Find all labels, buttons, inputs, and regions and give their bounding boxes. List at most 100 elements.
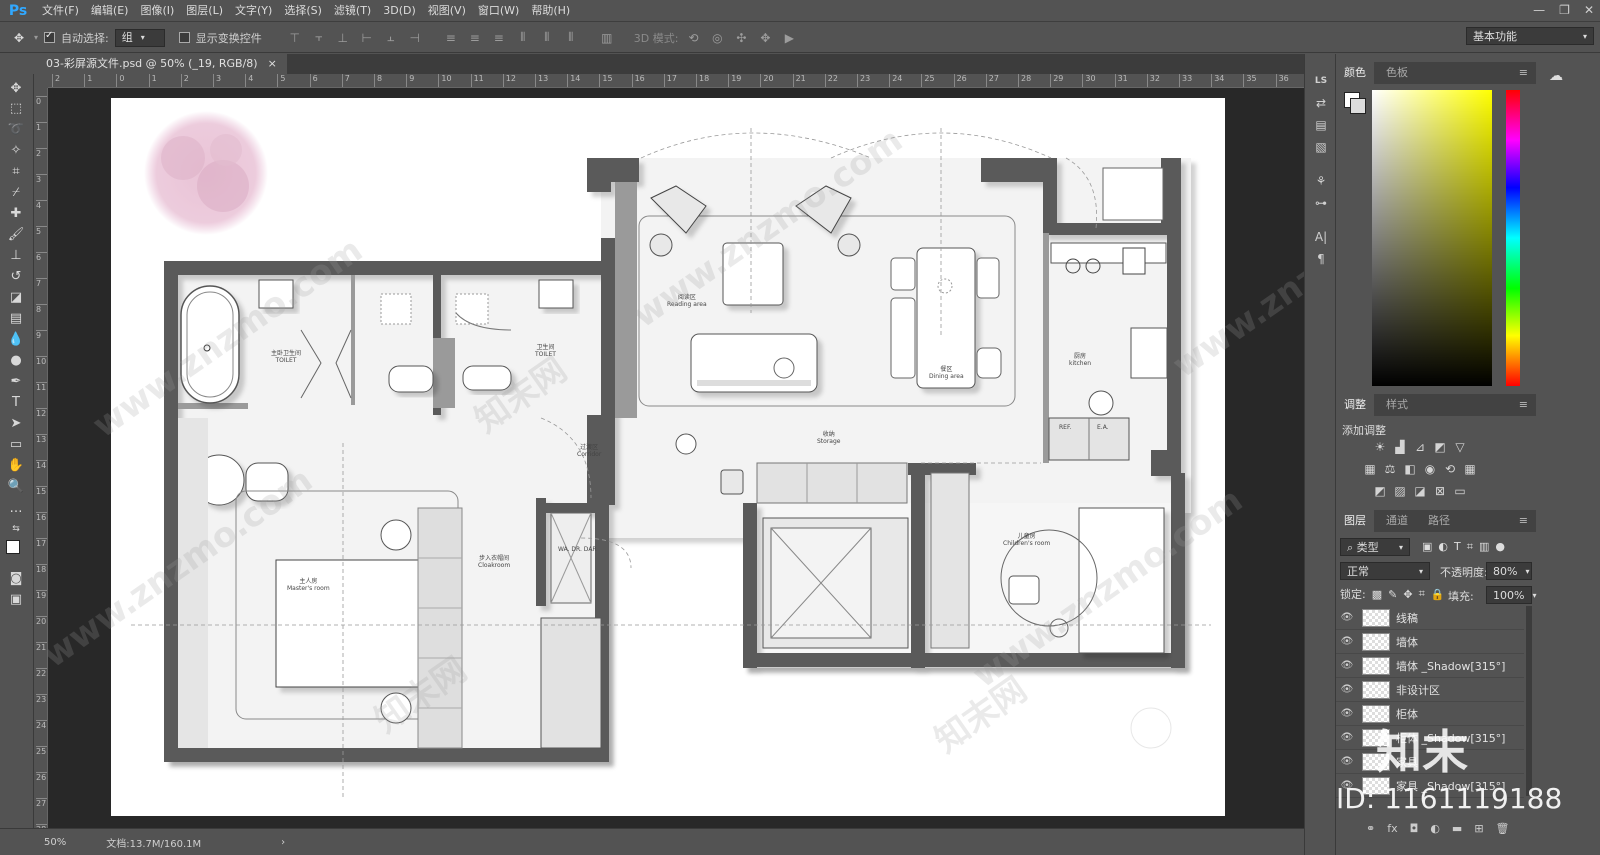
align-vcenter-icon[interactable]: ⫟ [310,30,328,46]
menu-item[interactable]: 图层(L) [180,0,229,22]
layers-scrollbar[interactable] [1526,606,1532,796]
menu-item[interactable]: 图像(I) [134,0,180,22]
fx-button[interactable]: fx [1387,822,1397,835]
brightness-icon[interactable]: ☀ [1372,440,1388,454]
menu-item[interactable]: 选择(S) [278,0,328,22]
swap-colors-icon[interactable]: ⇆ [5,519,27,539]
distribute-bottom-icon[interactable]: ≡ [490,30,508,46]
type-tool-icon[interactable]: T [5,392,27,412]
history-panel-icon[interactable]: LS [1312,72,1330,90]
visibility-eye-icon[interactable]: 👁 [1336,660,1358,671]
curves-icon[interactable]: ⊿ [1412,440,1428,454]
layer-row[interactable]: 👁 墙体 [1336,630,1524,654]
gradient-tool-icon[interactable]: ▤ [5,308,27,328]
horizontal-ruler[interactable]: 2 1 0 1 2 3 4 5 6 7 8 9 10 11 12 13 14 15 16 17 18 19 20 21 22 23… [48,74,1304,88]
screen-mode-icon[interactable]: ▣ [5,589,27,609]
paragraph-panel-icon[interactable]: ¶ [1312,250,1330,268]
panel-menu-icon[interactable]: ≡ [1519,66,1528,79]
filter-smart-icon[interactable]: ▥ [1479,540,1489,554]
menu-item[interactable]: 文字(Y) [229,0,278,22]
properties-panel-icon[interactable]: ⇄ [1312,94,1330,112]
document-canvas[interactable]: 主卧卫生间 TOILET 卫生间 TOILET 阅读区 Reading area 餐区… [111,98,1225,816]
color-bg-swatch[interactable] [1350,98,1366,114]
lock-transparent-icon[interactable]: ▩ [1372,588,1382,601]
restore-button[interactable]: ❐ [1559,0,1570,20]
opacity-input[interactable]: 80% ▾ [1486,562,1532,580]
black-white-icon[interactable]: ◧ [1402,462,1418,476]
visibility-eye-icon[interactable]: 👁 [1336,684,1358,695]
photo-filter-icon[interactable]: ◉ [1422,462,1438,476]
close-tab-icon[interactable]: × [268,54,277,74]
clone-stamp-tool-icon[interactable]: ⊥ [5,245,27,265]
crop-tool-icon[interactable]: ⌗ [5,161,27,181]
distribute-hcenter-icon[interactable]: ⦀ [538,30,556,46]
menu-item[interactable]: 文件(F) [36,0,85,22]
color-field[interactable] [1372,90,1492,386]
posterize-icon[interactable]: ▨ [1392,484,1408,498]
layer-row[interactable]: 👁 线稿 [1336,606,1524,630]
visibility-eye-icon[interactable]: 👁 [1336,612,1358,623]
magic-wand-tool-icon[interactable]: ✧ [5,140,27,160]
new-layer-icon[interactable]: ⊞ [1474,822,1483,835]
lock-pixels-icon[interactable]: ✎ [1388,588,1397,601]
3d-rotate-icon[interactable]: ⟲ [684,30,702,46]
channel-mixer-icon[interactable]: ⟲ [1442,462,1458,476]
creative-cloud-icon[interactable]: ☁ [1544,68,1568,90]
minimize-button[interactable]: — [1533,0,1545,20]
filter-adjust-icon[interactable]: ◐ [1438,540,1448,554]
align-bottom-icon[interactable]: ⊥ [334,30,352,46]
distribute-top-icon[interactable]: ≡ [442,30,460,46]
tab-styles[interactable]: 样式 [1378,394,1416,416]
align-right-icon[interactable]: ⊣ [406,30,424,46]
hue-slider[interactable] [1506,90,1520,386]
quick-mask-icon[interactable]: ◙ [5,568,27,588]
new-adjustment-icon[interactable]: ◐ [1430,822,1440,835]
move-tool-icon[interactable]: ✥ [10,30,28,46]
more-tools-icon[interactable]: … [5,498,27,518]
move-tool-icon[interactable]: ✥ [5,78,27,98]
rectangle-tool-icon[interactable]: ▭ [5,434,27,454]
path-selection-tool-icon[interactable]: ➤ [5,413,27,433]
tab-color[interactable]: 颜色 [1336,62,1374,84]
brush-panel-icon[interactable]: ⚘ [1312,172,1330,190]
vibrance-icon[interactable]: ▽ [1452,440,1468,454]
align-top-icon[interactable]: ⊤ [286,30,304,46]
3d-roll-icon[interactable]: ◎ [708,30,726,46]
menu-item[interactable]: 窗口(W) [472,0,525,22]
exposure-icon[interactable]: ◩ [1432,440,1448,454]
lock-artboard-icon[interactable]: ⌗ [1419,587,1425,601]
threshold-icon[interactable]: ◪ [1412,484,1428,498]
menu-item[interactable]: 编辑(E) [85,0,135,22]
menu-item[interactable]: 视图(V) [422,0,472,22]
blend-mode-dropdown[interactable]: 正常 ▾ [1340,562,1430,580]
lock-all-icon[interactable]: 🔒 [1431,588,1445,601]
align-hcenter-icon[interactable]: ⫠ [382,30,400,46]
levels-icon[interactable]: ▟ [1392,440,1408,454]
filter-shape-icon[interactable]: ⌗ [1467,540,1473,554]
color-lookup-icon[interactable]: ▦ [1462,462,1478,476]
fill-input[interactable]: 100% ▾ [1486,586,1536,604]
layer-row[interactable]: 👁 非设计区 [1336,678,1524,702]
blur-tool-icon[interactable]: 💧 [5,329,27,349]
tab-adjustments[interactable]: 调整 [1336,394,1374,416]
selective-color-icon[interactable]: ⊠ [1432,484,1448,498]
gradient-map-icon[interactable]: ▭ [1452,484,1468,498]
3d-scale-icon[interactable]: ▶ [780,30,798,46]
auto-select-checkbox[interactable] [44,30,56,43]
marquee-tool-icon[interactable]: ⬚ [5,98,27,118]
layer-row[interactable]: 👁 墙体 _Shadow[315°] [1336,654,1524,678]
tab-paths[interactable]: 路径 [1420,510,1458,532]
canvas-area[interactable]: 主卧卫生间 TOILET 卫生间 TOILET 阅读区 Reading area 餐区… [48,88,1304,828]
brush-presets-icon[interactable]: ⊶ [1312,194,1330,212]
tab-swatches[interactable]: 色板 [1378,62,1416,84]
add-mask-icon[interactable]: ◘ [1410,822,1419,835]
invert-icon[interactable]: ◩ [1372,484,1388,498]
panel-menu-icon[interactable]: ≡ [1519,514,1528,527]
tab-channels[interactable]: 通道 [1378,510,1416,532]
workspace-dropdown[interactable]: 基本功能 ▾ [1466,27,1594,45]
visibility-eye-icon[interactable]: 👁 [1336,756,1358,767]
layer-filter-dropdown[interactable]: ⌕ 类型 ▾ [1340,538,1410,556]
distribute-right-icon[interactable]: ⦀ [562,30,580,46]
auto-select-dropdown[interactable]: 组 ▾ [114,28,165,47]
distribute-vcenter-icon[interactable]: ≡ [466,30,484,46]
